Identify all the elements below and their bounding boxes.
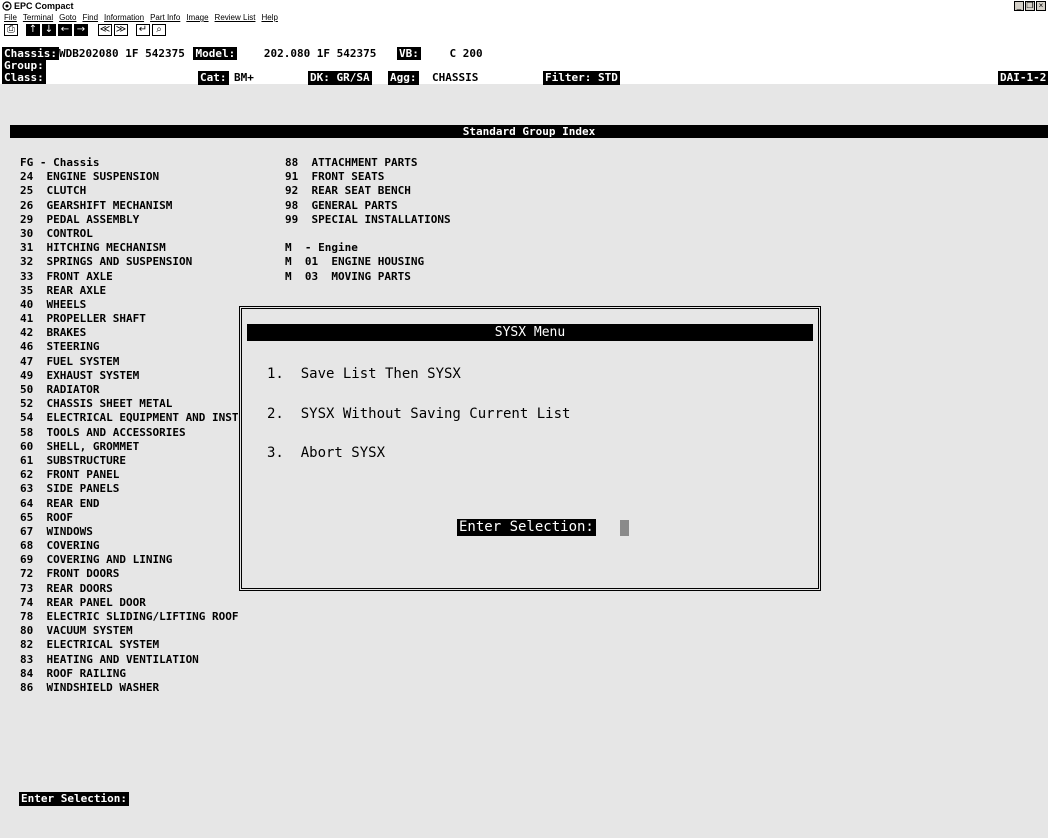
- group-item[interactable]: 24 ENGINE SUSPENSION: [20, 170, 239, 184]
- option-save-list[interactable]: 1. Save List Then SYSX: [267, 365, 461, 383]
- arrow-left-icon[interactable]: ←: [58, 24, 72, 36]
- filter-value: Filter: STD: [543, 71, 620, 85]
- group-item[interactable]: 69 COVERING AND LINING: [20, 553, 239, 567]
- group-item[interactable]: 64 REAR END: [20, 497, 239, 511]
- group-item[interactable]: 72 FRONT DOORS: [20, 567, 239, 581]
- menu-help[interactable]: Help: [261, 12, 277, 23]
- menu-part-info[interactable]: Part Info: [150, 12, 180, 23]
- group-item[interactable]: 32 SPRINGS AND SUSPENSION: [20, 255, 239, 269]
- menu-bar: File Terminal Goto Find Information Part…: [0, 12, 1048, 23]
- group-item[interactable]: M - Engine: [285, 241, 451, 255]
- app-icon: [2, 1, 12, 11]
- cat-value: BM+: [234, 71, 254, 84]
- menu-terminal[interactable]: Terminal: [23, 12, 53, 23]
- group-item[interactable]: FG - Chassis: [20, 156, 239, 170]
- minimize-icon[interactable]: _: [1014, 1, 1024, 11]
- group-item[interactable]: 86 WINDSHIELD WASHER: [20, 681, 239, 695]
- cat-label: Cat:: [198, 71, 229, 85]
- index-title: Standard Group Index: [10, 125, 1048, 138]
- group-item[interactable]: 58 TOOLS AND ACCESSORIES: [20, 426, 239, 440]
- group-item[interactable]: 49 EXHAUST SYSTEM: [20, 369, 239, 383]
- model-label: Model:: [193, 47, 238, 60]
- group-item[interactable]: 73 REAR DOORS: [20, 582, 239, 596]
- menu-image[interactable]: Image: [186, 12, 208, 23]
- group-item[interactable]: 68 COVERING: [20, 539, 239, 553]
- print-icon[interactable]: ⎙: [4, 24, 18, 36]
- enter-icon[interactable]: ↵: [136, 24, 150, 36]
- group-item[interactable]: 99 SPECIAL INSTALLATIONS: [285, 213, 451, 227]
- group-item[interactable]: 91 FRONT SEATS: [285, 170, 451, 184]
- group-item[interactable]: M 03 MOVING PARTS: [285, 270, 451, 284]
- arrow-right-icon[interactable]: →: [74, 24, 88, 36]
- menu-find[interactable]: Find: [82, 12, 98, 23]
- group-item[interactable]: 52 CHASSIS SHEET METAL: [20, 397, 239, 411]
- group-item[interactable]: 62 FRONT PANEL: [20, 468, 239, 482]
- code-value: DAI-1-2: [998, 71, 1048, 85]
- option-sysx-without-saving[interactable]: 2. SYSX Without Saving Current List: [267, 405, 570, 423]
- title-bar: EPC Compact _ ❐ ×: [0, 0, 1048, 12]
- class-label: Class:: [2, 71, 46, 84]
- restore-icon[interactable]: ❐: [1025, 1, 1035, 11]
- group-item[interactable]: 54 ELECTRICAL EQUIPMENT AND INST: [20, 411, 239, 425]
- group-item[interactable]: 61 SUBSTRUCTURE: [20, 454, 239, 468]
- last-page-icon[interactable]: ≫: [114, 24, 128, 36]
- sysx-dialog: SYSX Menu 1. Save List Then SYSX 2. SYSX…: [239, 306, 821, 591]
- group-item[interactable]: M 01 ENGINE HOUSING: [285, 255, 451, 269]
- group-item[interactable]: 67 WINDOWS: [20, 525, 239, 539]
- group-item[interactable]: 30 CONTROL: [20, 227, 239, 241]
- group-item[interactable]: 60 SHELL, GROMMET: [20, 440, 239, 454]
- window-controls: _ ❐ ×: [1014, 1, 1046, 11]
- vb-value: C 200: [449, 47, 483, 60]
- group-item[interactable]: 83 HEATING AND VENTILATION: [20, 653, 239, 667]
- vb-label: VB:: [397, 47, 421, 60]
- selection-prompt[interactable]: Enter Selection:: [19, 792, 129, 806]
- group-item[interactable]: 26 GEARSHIFT MECHANISM: [20, 199, 239, 213]
- group-item[interactable]: 74 REAR PANEL DOOR: [20, 596, 239, 610]
- dialog-selection-input[interactable]: [620, 520, 629, 536]
- option-abort-sysx[interactable]: 3. Abort SYSX: [267, 444, 385, 462]
- agg-value: CHASSIS: [432, 71, 479, 84]
- menu-file[interactable]: File: [4, 12, 17, 23]
- group-item[interactable]: 80 VACUUM SYSTEM: [20, 624, 239, 638]
- dialog-title: SYSX Menu: [247, 324, 813, 341]
- group-list-left: FG - Chassis 24 ENGINE SUSPENSION 25 CLUTC…: [20, 156, 239, 695]
- toolbar: ⎙ ↑ ↓ ← → ≪ ≫ ↵ ⌕: [0, 23, 1048, 37]
- menu-review-list[interactable]: Review List: [215, 12, 256, 23]
- group-item[interactable]: 82 ELECTRICAL SYSTEM: [20, 638, 239, 652]
- group-item[interactable]: 63 SIDE PANELS: [20, 482, 239, 496]
- group-item[interactable]: 41 PROPELLER SHAFT: [20, 312, 239, 326]
- group-item[interactable]: 29 PEDAL ASSEMBLY: [20, 213, 239, 227]
- group-item[interactable]: 92 REAR SEAT BENCH: [285, 184, 451, 198]
- vehicle-header: Chassis: WDB202080 1F 542375 Model: 202.0…: [0, 37, 1048, 85]
- arrow-up-icon[interactable]: ↑: [26, 24, 40, 36]
- menu-information[interactable]: Information: [104, 12, 144, 23]
- group-item[interactable]: 78 ELECTRIC SLIDING/LIFTING ROOF: [20, 610, 239, 624]
- group-item[interactable]: 50 RADIATOR: [20, 383, 239, 397]
- zoom-icon[interactable]: ⌕: [152, 24, 166, 36]
- group-item[interactable]: 65 ROOF: [20, 511, 239, 525]
- group-item[interactable]: 25 CLUTCH: [20, 184, 239, 198]
- group-item[interactable]: 31 HITCHING MECHANISM: [20, 241, 239, 255]
- group-item[interactable]: 46 STEERING: [20, 340, 239, 354]
- arrow-down-icon[interactable]: ↓: [42, 24, 56, 36]
- agg-label: Agg:: [388, 71, 419, 85]
- first-page-icon[interactable]: ≪: [98, 24, 112, 36]
- dk-value: DK: GR/SA: [308, 71, 372, 85]
- chassis-value: WDB202080 1F 542375: [58, 47, 185, 60]
- group-item[interactable]: 84 ROOF RAILING: [20, 667, 239, 681]
- group-item[interactable]: 33 FRONT AXLE: [20, 270, 239, 284]
- group-item[interactable]: [285, 227, 451, 241]
- group-item[interactable]: 88 ATTACHMENT PARTS: [285, 156, 451, 170]
- group-item[interactable]: 98 GENERAL PARTS: [285, 199, 451, 213]
- group-item[interactable]: 35 REAR AXLE: [20, 284, 239, 298]
- group-item[interactable]: 42 BRAKES: [20, 326, 239, 340]
- close-icon[interactable]: ×: [1036, 1, 1046, 11]
- group-list-right: 88 ATTACHMENT PARTS 91 FRONT SEATS 92 REAR…: [285, 156, 451, 284]
- window-title: EPC Compact: [14, 1, 74, 11]
- dialog-selection-label: Enter Selection:: [457, 519, 596, 536]
- model-value: 202.080 1F 542375: [263, 47, 377, 60]
- group-item[interactable]: 47 FUEL SYSTEM: [20, 355, 239, 369]
- menu-goto[interactable]: Goto: [59, 12, 76, 23]
- group-item[interactable]: 40 WHEELS: [20, 298, 239, 312]
